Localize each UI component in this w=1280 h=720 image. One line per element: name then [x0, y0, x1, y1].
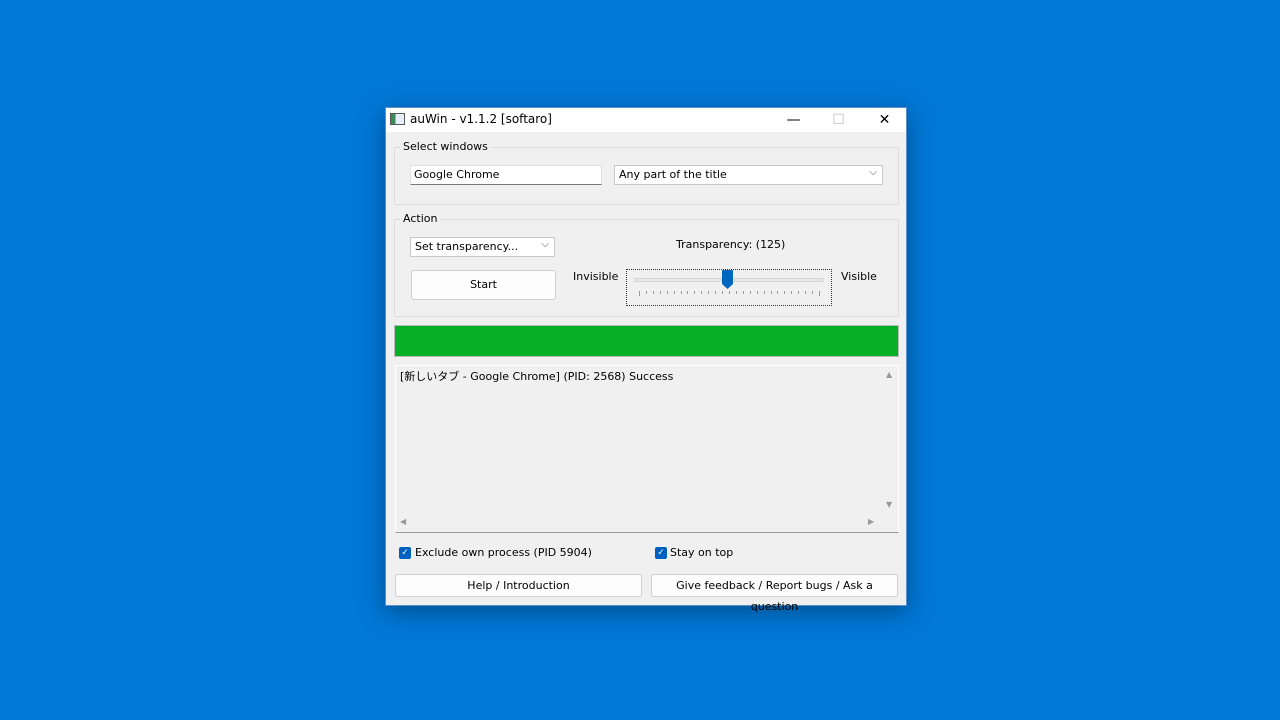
- slider-tick: [729, 291, 730, 294]
- exclude-own-process-checkbox[interactable]: ✓: [399, 547, 411, 559]
- slider-tick: [819, 291, 820, 296]
- slider-tick: [694, 291, 696, 294]
- slider-tick: [673, 291, 675, 294]
- slider-tick: [735, 291, 737, 294]
- app-icon: [390, 113, 405, 125]
- slider-tick: [763, 291, 765, 294]
- scroll-right-icon[interactable]: ▶: [868, 517, 874, 526]
- stay-on-top-checkbox[interactable]: ✓: [655, 547, 667, 559]
- slider-ticks: [639, 291, 820, 296]
- auwin-window: auWin - v1.1.2 [softaro] — ☐ ✕ Select wi…: [385, 107, 907, 613]
- vertical-scrollbar[interactable]: ▲ ▼: [882, 366, 899, 514]
- progress-fill: [395, 326, 898, 356]
- slider-tick: [791, 291, 793, 294]
- horizontal-scrollbar[interactable]: ◀ ▶: [396, 515, 882, 532]
- close-button[interactable]: ✕: [862, 108, 907, 132]
- progress-bar: [394, 325, 899, 357]
- stay-on-top-label[interactable]: Stay on top: [670, 546, 733, 559]
- visible-label: Visible: [841, 270, 877, 283]
- slider-tick: [666, 291, 668, 294]
- window-title: auWin - v1.1.2 [softaro]: [410, 112, 552, 126]
- match-mode-select[interactable]: Any part of the title ⌵: [614, 165, 883, 185]
- slider-tick: [652, 291, 654, 294]
- action-select[interactable]: Set transparency... ⌵: [410, 237, 555, 257]
- scroll-down-icon[interactable]: ▼: [886, 500, 892, 509]
- help-button[interactable]: Help / Introduction: [395, 574, 642, 597]
- slider-tick: [701, 291, 703, 294]
- action-value: Set transparency...: [415, 240, 519, 253]
- transparency-slider[interactable]: [626, 269, 832, 306]
- slider-tick: [805, 291, 807, 294]
- action-legend: Action: [400, 212, 441, 225]
- slider-tick: [784, 291, 786, 294]
- slider-tick: [722, 291, 724, 294]
- scroll-up-icon[interactable]: ▲: [886, 370, 892, 379]
- slider-tick: [687, 291, 689, 294]
- slider-thumb[interactable]: [721, 270, 733, 290]
- slider-tick: [715, 291, 717, 294]
- exclude-own-process-label[interactable]: Exclude own process (PID 5904): [415, 546, 592, 559]
- slider-tick: [749, 291, 751, 294]
- chevron-down-icon: ⌵: [541, 239, 549, 250]
- slider-tick: [777, 291, 779, 294]
- slider-tick: [659, 291, 661, 294]
- log-line: [新しいタブ - Google Chrome] (PID: 2568) Succ…: [400, 370, 674, 383]
- log-box[interactable]: [新しいタブ - Google Chrome] (PID: 2568) Succ…: [395, 365, 899, 533]
- chevron-down-icon: ⌵: [869, 167, 877, 178]
- slider-tick: [812, 291, 814, 294]
- match-mode-value: Any part of the title: [619, 168, 727, 181]
- slider-tick: [639, 291, 640, 296]
- slider-tick: [680, 291, 682, 294]
- slider-tick: [742, 291, 744, 294]
- slider-tick: [756, 291, 758, 294]
- title-bar[interactable]: auWin - v1.1.2 [softaro] — ☐ ✕: [386, 108, 906, 132]
- slider-tick: [770, 291, 772, 294]
- invisible-label: Invisible: [573, 270, 619, 283]
- start-button[interactable]: Start: [411, 270, 556, 300]
- slider-tick: [798, 291, 800, 294]
- minimize-button[interactable]: —: [771, 108, 816, 132]
- slider-tick: [708, 291, 710, 294]
- feedback-button[interactable]: Give feedback / Report bugs / Ask a ques…: [651, 574, 898, 613]
- maximize-button[interactable]: ☐: [816, 108, 861, 132]
- select-windows-legend: Select windows: [400, 140, 491, 153]
- slider-tick: [645, 291, 647, 294]
- transparency-label: Transparency: (125): [676, 238, 786, 251]
- scroll-left-icon[interactable]: ◀: [400, 517, 406, 526]
- window-title-input[interactable]: Google Chrome: [410, 165, 602, 185]
